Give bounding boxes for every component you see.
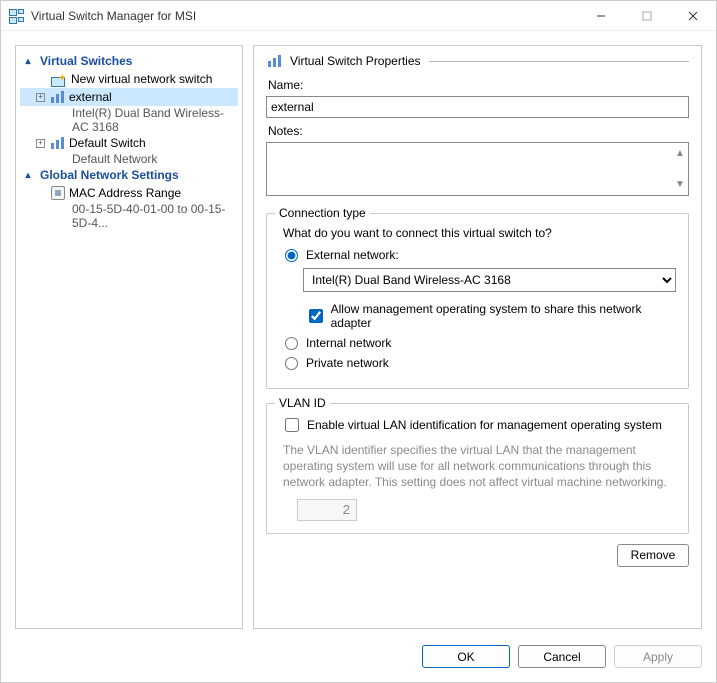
allow-mgmt-row[interactable]: Allow management operating system to sha… bbox=[309, 302, 676, 330]
expand-icon[interactable]: + bbox=[36, 93, 45, 102]
radio-external-row[interactable]: External network: bbox=[285, 248, 676, 262]
group-title: VLAN ID bbox=[275, 396, 330, 410]
properties-title: Virtual Switch Properties bbox=[290, 54, 421, 68]
notes-input[interactable] bbox=[266, 142, 689, 196]
allow-mgmt-label: Allow management operating system to sha… bbox=[331, 302, 676, 330]
content-panel: Virtual Switch Properties Name: Notes: ▲… bbox=[253, 45, 702, 629]
tree-section-virtual-switches[interactable]: ▴ Virtual Switches bbox=[20, 52, 238, 70]
window: Virtual Switch Manager for MSI ▴ Virtual… bbox=[0, 0, 717, 683]
close-icon bbox=[688, 11, 698, 21]
tree-item-external[interactable]: + external bbox=[20, 88, 238, 106]
tree-item-new-switch[interactable]: ✦ New virtual network switch bbox=[20, 70, 238, 88]
dialog-buttons: OK Cancel Apply bbox=[1, 637, 716, 682]
maximize-icon bbox=[642, 11, 652, 21]
radio-external-label: External network: bbox=[306, 248, 399, 262]
radio-private-label: Private network bbox=[306, 356, 389, 370]
vlan-enable-checkbox[interactable] bbox=[285, 418, 299, 432]
window-title: Virtual Switch Manager for MSI bbox=[31, 9, 196, 23]
minimize-icon bbox=[596, 11, 606, 21]
tree-label: external bbox=[69, 89, 112, 105]
close-button[interactable] bbox=[670, 1, 716, 31]
network-switch-icon bbox=[49, 90, 65, 104]
tree-section-global[interactable]: ▴ Global Network Settings bbox=[20, 166, 238, 184]
tree-item-default-detail: Default Network bbox=[20, 152, 238, 166]
section-label: Virtual Switches bbox=[40, 54, 132, 68]
name-input[interactable] bbox=[266, 96, 689, 118]
divider bbox=[429, 61, 690, 62]
tree-label: MAC Address Range bbox=[69, 185, 181, 201]
radio-private-row[interactable]: Private network bbox=[285, 356, 676, 370]
properties-header: Virtual Switch Properties bbox=[266, 54, 689, 68]
scroll-up-icon[interactable]: ▲ bbox=[675, 148, 685, 158]
allow-mgmt-checkbox[interactable] bbox=[309, 309, 323, 323]
radio-private[interactable] bbox=[285, 357, 298, 370]
tree-item-external-detail: Intel(R) Dual Band Wireless-AC 3168 bbox=[20, 106, 238, 134]
notes-label: Notes: bbox=[268, 124, 689, 138]
radio-external[interactable] bbox=[285, 249, 298, 262]
new-switch-icon: ✦ bbox=[51, 72, 67, 86]
adapter-select[interactable]: Intel(R) Dual Band Wireless-AC 3168 bbox=[303, 268, 676, 292]
mac-range-icon bbox=[51, 186, 65, 200]
vlan-enable-row[interactable]: Enable virtual LAN identification for ma… bbox=[285, 418, 676, 432]
vlan-group: VLAN ID Enable virtual LAN identificatio… bbox=[266, 403, 689, 534]
cancel-button[interactable]: Cancel bbox=[518, 645, 606, 668]
apply-button[interactable]: Apply bbox=[614, 645, 702, 668]
network-switch-icon bbox=[266, 54, 282, 68]
titlebar: Virtual Switch Manager for MSI bbox=[1, 1, 716, 31]
minimize-button[interactable] bbox=[578, 1, 624, 31]
radio-internal[interactable] bbox=[285, 337, 298, 350]
tree-item-mac-detail: 00-15-5D-40-01-00 to 00-15-5D-4... bbox=[20, 202, 238, 230]
name-label: Name: bbox=[268, 78, 689, 92]
vlan-enable-label: Enable virtual LAN identification for ma… bbox=[307, 418, 662, 432]
remove-button[interactable]: Remove bbox=[617, 544, 689, 567]
scroll-down-icon[interactable]: ▼ bbox=[675, 179, 685, 189]
chevron-up-icon: ▴ bbox=[22, 56, 34, 67]
radio-internal-row[interactable]: Internal network bbox=[285, 336, 676, 350]
network-switch-icon bbox=[49, 136, 65, 150]
tree-label: Default Switch bbox=[69, 135, 146, 151]
vlan-id-input bbox=[297, 499, 357, 521]
group-title: Connection type bbox=[275, 206, 370, 220]
radio-internal-label: Internal network bbox=[306, 336, 391, 350]
expand-icon[interactable]: + bbox=[36, 139, 45, 148]
tree-item-mac-range[interactable]: MAC Address Range bbox=[20, 184, 238, 202]
tree-label: New virtual network switch bbox=[71, 71, 212, 87]
vlan-help-text: The VLAN identifier specifies the virtua… bbox=[283, 442, 672, 491]
connection-question: What do you want to connect this virtual… bbox=[283, 226, 676, 240]
tree-panel: ▴ Virtual Switches ✦ New virtual network… bbox=[15, 45, 243, 629]
app-icon bbox=[9, 9, 25, 23]
maximize-button[interactable] bbox=[624, 1, 670, 31]
tree-item-default-switch[interactable]: + Default Switch bbox=[20, 134, 238, 152]
chevron-up-icon: ▴ bbox=[22, 170, 34, 181]
ok-button[interactable]: OK bbox=[422, 645, 510, 668]
section-label: Global Network Settings bbox=[40, 168, 179, 182]
connection-type-group: Connection type What do you want to conn… bbox=[266, 213, 689, 389]
